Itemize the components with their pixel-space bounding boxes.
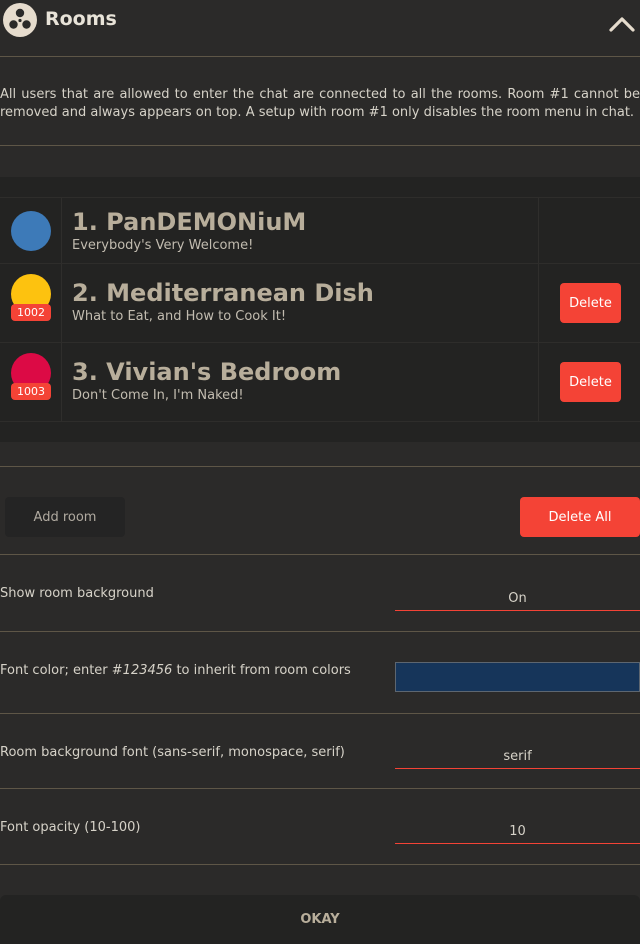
room-color-cell: 1002 [0,264,62,342]
film-reel-icon [3,3,37,37]
okay-button[interactable]: OKAY [0,895,640,944]
rooms-description: All users that are allowed to enter the … [0,87,640,120]
room-subtitle: Don't Come In, I'm Naked! [72,388,244,403]
panel-header: Rooms [0,0,640,57]
room-subtitle: What to Eat, and How to Cook It! [72,309,287,324]
font-color-label: Font color; enter #123456 to inherit fro… [0,663,351,678]
divider [0,554,640,555]
room-color-cell: 1003 [0,343,62,421]
room-id-badge: 1002 [11,304,51,321]
room-row[interactable]: 1. PanDEMONiuM Everybody's Very Welcome! [0,197,640,264]
dialog-footer: OKAY [0,895,640,944]
room-name: 1. PanDEMONiuM [72,208,307,236]
room-name: 2. Mediterranean Dish [72,279,374,307]
divider [0,788,640,789]
room-name: 3. Vivian's Bedroom [72,358,342,386]
delete-room-button[interactable]: Delete [560,283,621,323]
delete-room-button[interactable]: Delete [560,362,621,402]
page-title: Rooms [45,8,117,30]
room-action-cell: Delete [538,343,640,421]
room-action-cell [538,198,640,263]
room-color-cell [0,198,62,263]
font-color-picker[interactable] [395,662,640,692]
delete-all-button[interactable]: Delete All [520,497,640,537]
room-id-badge: 1003 [11,383,51,400]
divider [0,466,640,467]
room-row[interactable]: 1003 3. Vivian's Bedroom Don't Come In, … [0,343,640,422]
room-list: 1. PanDEMONiuM Everybody's Very Welcome!… [0,177,640,442]
chevron-up-icon[interactable] [608,14,636,34]
room-subtitle: Everybody's Very Welcome! [72,238,254,253]
font-opacity-label: Font opacity (10-100) [0,820,141,835]
font-color-label-suffix: to inherit from room colors [172,663,351,678]
show-background-label: Show room background [0,586,154,601]
show-background-select[interactable]: On [395,587,640,611]
divider [0,145,640,146]
font-opacity-input[interactable]: 10 [395,820,640,844]
room-row[interactable]: 1002 2. Mediterranean Dish What to Eat, … [0,264,640,343]
divider [0,631,640,632]
room-action-cell: Delete [538,264,640,342]
divider [0,713,640,714]
room-color-swatch[interactable] [11,211,51,251]
background-font-input[interactable]: serif [395,745,640,769]
divider [0,864,640,865]
add-room-button[interactable]: Add room [5,497,125,537]
font-color-label-prefix: Font color; enter [0,663,112,678]
background-font-label: Room background font (sans-serif, monosp… [0,745,345,760]
font-color-label-code: #123456 [111,663,173,678]
